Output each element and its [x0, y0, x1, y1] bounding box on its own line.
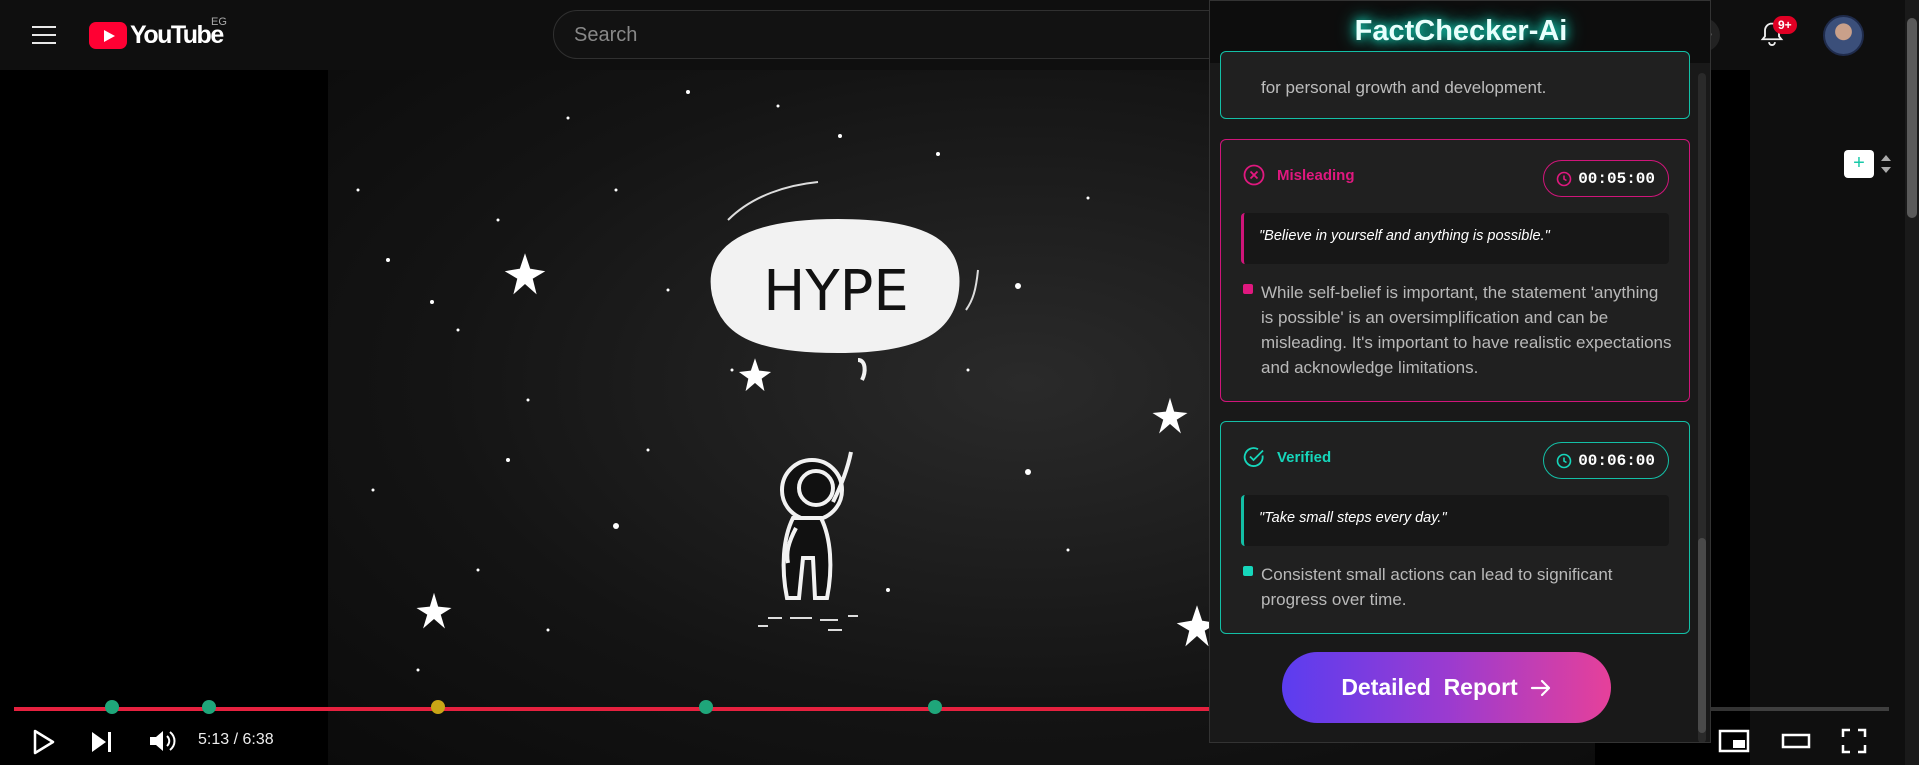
play-icon[interactable]	[30, 728, 56, 756]
detailed-report-button[interactable]: Detailed Report	[1282, 652, 1611, 723]
screen: YouTube EG Search e 9+	[0, 0, 1919, 765]
youtube-play-icon	[89, 21, 127, 49]
volume-icon[interactable]	[147, 728, 177, 754]
fact-marker[interactable]	[104, 700, 119, 714]
bullet-square-icon	[1243, 284, 1253, 294]
fullscreen-icon[interactable]	[1840, 727, 1868, 755]
timestamp-text: 00:06:00	[1578, 451, 1655, 470]
speech-bubble-text: HYPE	[763, 259, 908, 324]
youtube-logo-text: YouTube	[130, 20, 224, 49]
fact-card-explanation: for personal growth and development.	[1261, 78, 1547, 97]
verdict-text: Misleading	[1277, 166, 1355, 184]
ground-marks	[758, 615, 858, 631]
timestamp-button[interactable]: 00:05:00	[1543, 160, 1669, 197]
fact-card-partial: for personal growth and development.	[1220, 51, 1690, 119]
youtube-logo[interactable]: YouTube	[89, 20, 224, 50]
fact-card-verified: Verified 00:06:00 "Take small steps ever…	[1220, 421, 1690, 634]
panel-scrollbar-thumb[interactable]	[1698, 538, 1706, 733]
astronaut-figure	[780, 451, 853, 600]
bullet-square-icon	[1243, 566, 1253, 576]
page-scrollbar[interactable]	[1905, 0, 1919, 765]
notification-badge: 9+	[1773, 16, 1797, 34]
claim-quote: "Take small steps every day."	[1241, 495, 1669, 546]
panel-scrollbar[interactable]	[1698, 73, 1706, 742]
factchecker-panel: FactChecker-Ai for personal growth and d…	[1209, 0, 1711, 743]
timestamp-text: 00:05:00	[1578, 169, 1655, 188]
stars	[356, 90, 1090, 672]
clock-icon	[1556, 453, 1572, 468]
fact-marker[interactable]	[430, 700, 445, 714]
fact-marker[interactable]	[202, 700, 216, 714]
secondary-column	[1750, 70, 1919, 765]
fact-marker[interactable]	[698, 700, 713, 714]
time-display: 5:13 / 6:38	[198, 731, 274, 748]
verdict-text: Verified	[1277, 448, 1332, 466]
claim-quote: "Believe in yourself and anything is pos…	[1241, 213, 1669, 264]
factchecker-title: FactChecker-Ai	[1354, 15, 1568, 47]
hamburger-menu-icon[interactable]	[26, 18, 62, 52]
fact-card-explanation: Consistent small actions can lead to sig…	[1261, 565, 1613, 609]
sort-arrows-icon[interactable]	[1880, 150, 1892, 178]
miniplayer-icon[interactable]	[1718, 729, 1750, 753]
fact-marker[interactable]	[927, 700, 942, 714]
arrow-right-icon	[1530, 679, 1550, 696]
timestamp-button[interactable]: 00:06:00	[1543, 442, 1669, 479]
theater-mode-icon[interactable]	[1780, 731, 1812, 751]
check-circle-icon	[1243, 447, 1264, 467]
add-icon[interactable]: +	[1844, 150, 1874, 178]
fact-card-misleading: Misleading 00:05:00 "Believe in yourself…	[1220, 139, 1690, 402]
page-scrollbar-thumb[interactable]	[1907, 18, 1917, 218]
verdict-label: Verified	[1243, 446, 1331, 468]
clock-icon	[1556, 171, 1572, 186]
search-input[interactable]: Search	[553, 10, 1233, 59]
fact-card-explanation: While self-belief is important, the stat…	[1261, 283, 1672, 377]
country-code: EG	[211, 16, 227, 28]
detailed-report-label: Detailed Report	[1341, 674, 1518, 700]
close-circle-icon	[1243, 164, 1265, 186]
next-icon[interactable]	[89, 730, 115, 754]
verdict-label: Misleading	[1243, 164, 1355, 186]
avatar[interactable]	[1823, 15, 1864, 56]
